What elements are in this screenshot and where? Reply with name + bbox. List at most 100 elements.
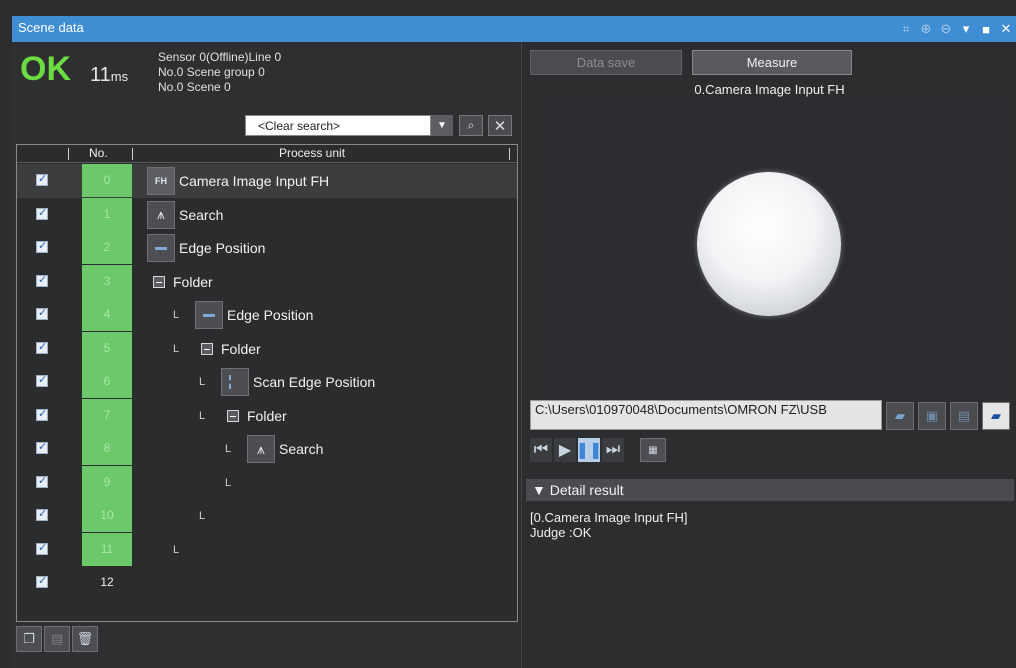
table-row[interactable]: 3 Folder <box>17 264 517 299</box>
camera-image-object <box>697 172 841 316</box>
enable-checkbox[interactable] <box>36 474 48 488</box>
save-image-icon[interactable]: ▣ <box>918 402 946 430</box>
process-unit-label: Search <box>279 441 324 457</box>
enable-checkbox[interactable] <box>36 340 48 354</box>
open-folder-icon[interactable]: ▰ <box>886 402 914 430</box>
fit-icon[interactable]: ⌗ <box>898 20 914 38</box>
process-unit-cell[interactable]: L <box>199 499 221 533</box>
table-row[interactable]: 2 Edge Position <box>17 231 517 265</box>
table-row[interactable]: 6 L Scan Edge Position <box>17 365 517 399</box>
clear-search-button[interactable]: ✕ <box>488 115 512 136</box>
image-title: 0.Camera Image Input FH <box>694 82 845 97</box>
process-unit-cell[interactable]: L <box>225 466 247 500</box>
judge-status: OK <box>20 50 71 88</box>
folder-collapse-icon[interactable] <box>201 342 213 355</box>
tree-branch-marker: L <box>199 376 206 388</box>
table-row[interactable]: 1 ⩚Search <box>17 197 517 232</box>
table-row[interactable]: 9L <box>17 465 517 500</box>
tree-branch-marker: L <box>173 543 180 556</box>
folder-collapse-icon[interactable] <box>153 275 165 288</box>
process-unit-cell[interactable]: L Folder <box>173 332 261 366</box>
column-header-process-unit[interactable]: Process unit <box>279 146 345 160</box>
column-divider[interactable] <box>68 148 69 160</box>
enable-checkbox[interactable] <box>36 407 48 421</box>
table-row[interactable]: 7 L Folder <box>17 398 517 433</box>
maximize-icon[interactable]: ■ <box>978 20 994 38</box>
process-unit-cell[interactable]: FH Camera Image Input FH <box>147 164 329 198</box>
enable-checkbox[interactable] <box>36 306 48 320</box>
table-row[interactable]: 8 L ⩚Search <box>17 432 517 466</box>
path-row: C:\Users\010970048\Documents\OMRON FZ\US… <box>530 400 1014 432</box>
process-unit-cell[interactable]: L ⩚ Search <box>225 432 323 466</box>
scene-group: No.0 Scene group 0 <box>158 65 265 79</box>
enable-checkbox[interactable] <box>36 373 48 387</box>
enable-checkbox[interactable] <box>36 239 48 253</box>
collapse-arrow-icon: ▼ <box>532 482 546 498</box>
detail-result-title: Detail result <box>549 482 624 498</box>
close-icon[interactable]: ✕ <box>998 20 1014 38</box>
process-unit-cell[interactable]: L Scan Edge Position <box>199 365 375 399</box>
unit-number: 10 <box>82 499 132 532</box>
grid-header: No. Process unit <box>17 145 517 163</box>
scene-info: Sensor 0(Offline)Line 0 No.0 Scene group… <box>158 50 281 95</box>
process-unit-label: Scan Edge Position <box>253 374 376 390</box>
enable-checkbox[interactable] <box>36 507 48 521</box>
process-unit-cell[interactable]: ⩚ Search <box>147 198 223 232</box>
unit-number: 7 <box>82 398 132 432</box>
folder-collapse-icon[interactable] <box>227 409 239 422</box>
table-row[interactable]: 0 FHCamera Image Input FH <box>17 164 517 198</box>
tree-branch-marker: L <box>225 443 232 455</box>
table-row[interactable]: 10 L <box>17 499 517 533</box>
delete-unit-icon[interactable]: 🗑 <box>72 626 98 652</box>
scene-name: No.0 Scene 0 <box>158 80 231 94</box>
table-row[interactable]: 12 <box>17 566 517 600</box>
process-unit-cell[interactable]: Folder <box>147 265 213 299</box>
process-unit-cell[interactable]: Edge Position <box>147 231 265 265</box>
save-all-icon[interactable]: ▤ <box>950 402 978 430</box>
skip-start-icon[interactable]: ⏮ <box>530 438 552 462</box>
column-divider[interactable] <box>132 148 133 160</box>
pause-icon[interactable]: ❚❚ <box>576 438 602 462</box>
process-unit-cell[interactable]: L <box>173 533 195 567</box>
enable-checkbox[interactable] <box>36 574 48 588</box>
unit-number: 5 <box>82 331 132 365</box>
playback-controls: ⏮ ▶ ❚❚ ⏭ ▦ <box>530 438 666 462</box>
process-unit-cell[interactable]: L Folder <box>199 399 287 433</box>
zoom-out-icon[interactable]: ⊖ <box>938 20 954 38</box>
search-input[interactable]: <Clear search> <box>245 115 431 136</box>
search-dropdown-button[interactable]: ▼ <box>431 115 453 136</box>
enable-checkbox[interactable] <box>36 541 48 555</box>
detail-line: Judge :OK <box>530 525 592 540</box>
dropdown-icon[interactable]: ▾ <box>958 20 974 38</box>
enable-checkbox[interactable] <box>36 172 48 186</box>
browse-folder-icon[interactable]: ▰ <box>982 402 1010 430</box>
process-unit-label: Folder <box>221 340 261 357</box>
tree-branch-marker: L <box>173 342 180 355</box>
detail-result-header[interactable]: ▼ Detail result <box>526 479 1014 501</box>
save-path-input[interactable]: C:\Users\010970048\Documents\OMRON FZ\US… <box>530 400 882 430</box>
image-viewer[interactable] <box>547 100 1002 396</box>
csv-export-icon[interactable]: ▦ <box>640 438 666 462</box>
column-header-no[interactable]: No. <box>89 146 108 160</box>
measure-button[interactable]: Measure <box>692 50 852 75</box>
process-unit-label: Search <box>179 206 224 223</box>
close-icon: ✕ <box>493 117 507 135</box>
data-save-button[interactable]: Data save <box>530 50 682 75</box>
tree-branch-marker: L <box>199 409 206 422</box>
paste-unit-icon[interactable]: ▤ <box>44 626 70 652</box>
table-row[interactable]: 11 L <box>17 532 517 567</box>
enable-checkbox[interactable] <box>36 206 48 220</box>
enable-checkbox[interactable] <box>36 273 48 287</box>
process-unit-cell[interactable]: L Edge Position <box>173 298 313 332</box>
chevron-down-icon: ▼ <box>437 120 447 131</box>
search-button[interactable]: ⌕ <box>459 115 483 136</box>
table-row[interactable]: 5 L Folder <box>17 331 517 366</box>
enable-checkbox[interactable] <box>36 440 48 454</box>
zoom-in-icon[interactable]: ⊕ <box>918 20 934 38</box>
unit-number: 11 <box>82 532 132 566</box>
skip-end-icon[interactable]: ⏭ <box>602 438 624 462</box>
play-icon[interactable]: ▶ <box>554 438 576 462</box>
column-divider[interactable] <box>509 148 510 160</box>
copy-unit-icon[interactable]: ❐ <box>16 626 42 652</box>
table-row[interactable]: 4 L Edge Position <box>17 298 517 332</box>
